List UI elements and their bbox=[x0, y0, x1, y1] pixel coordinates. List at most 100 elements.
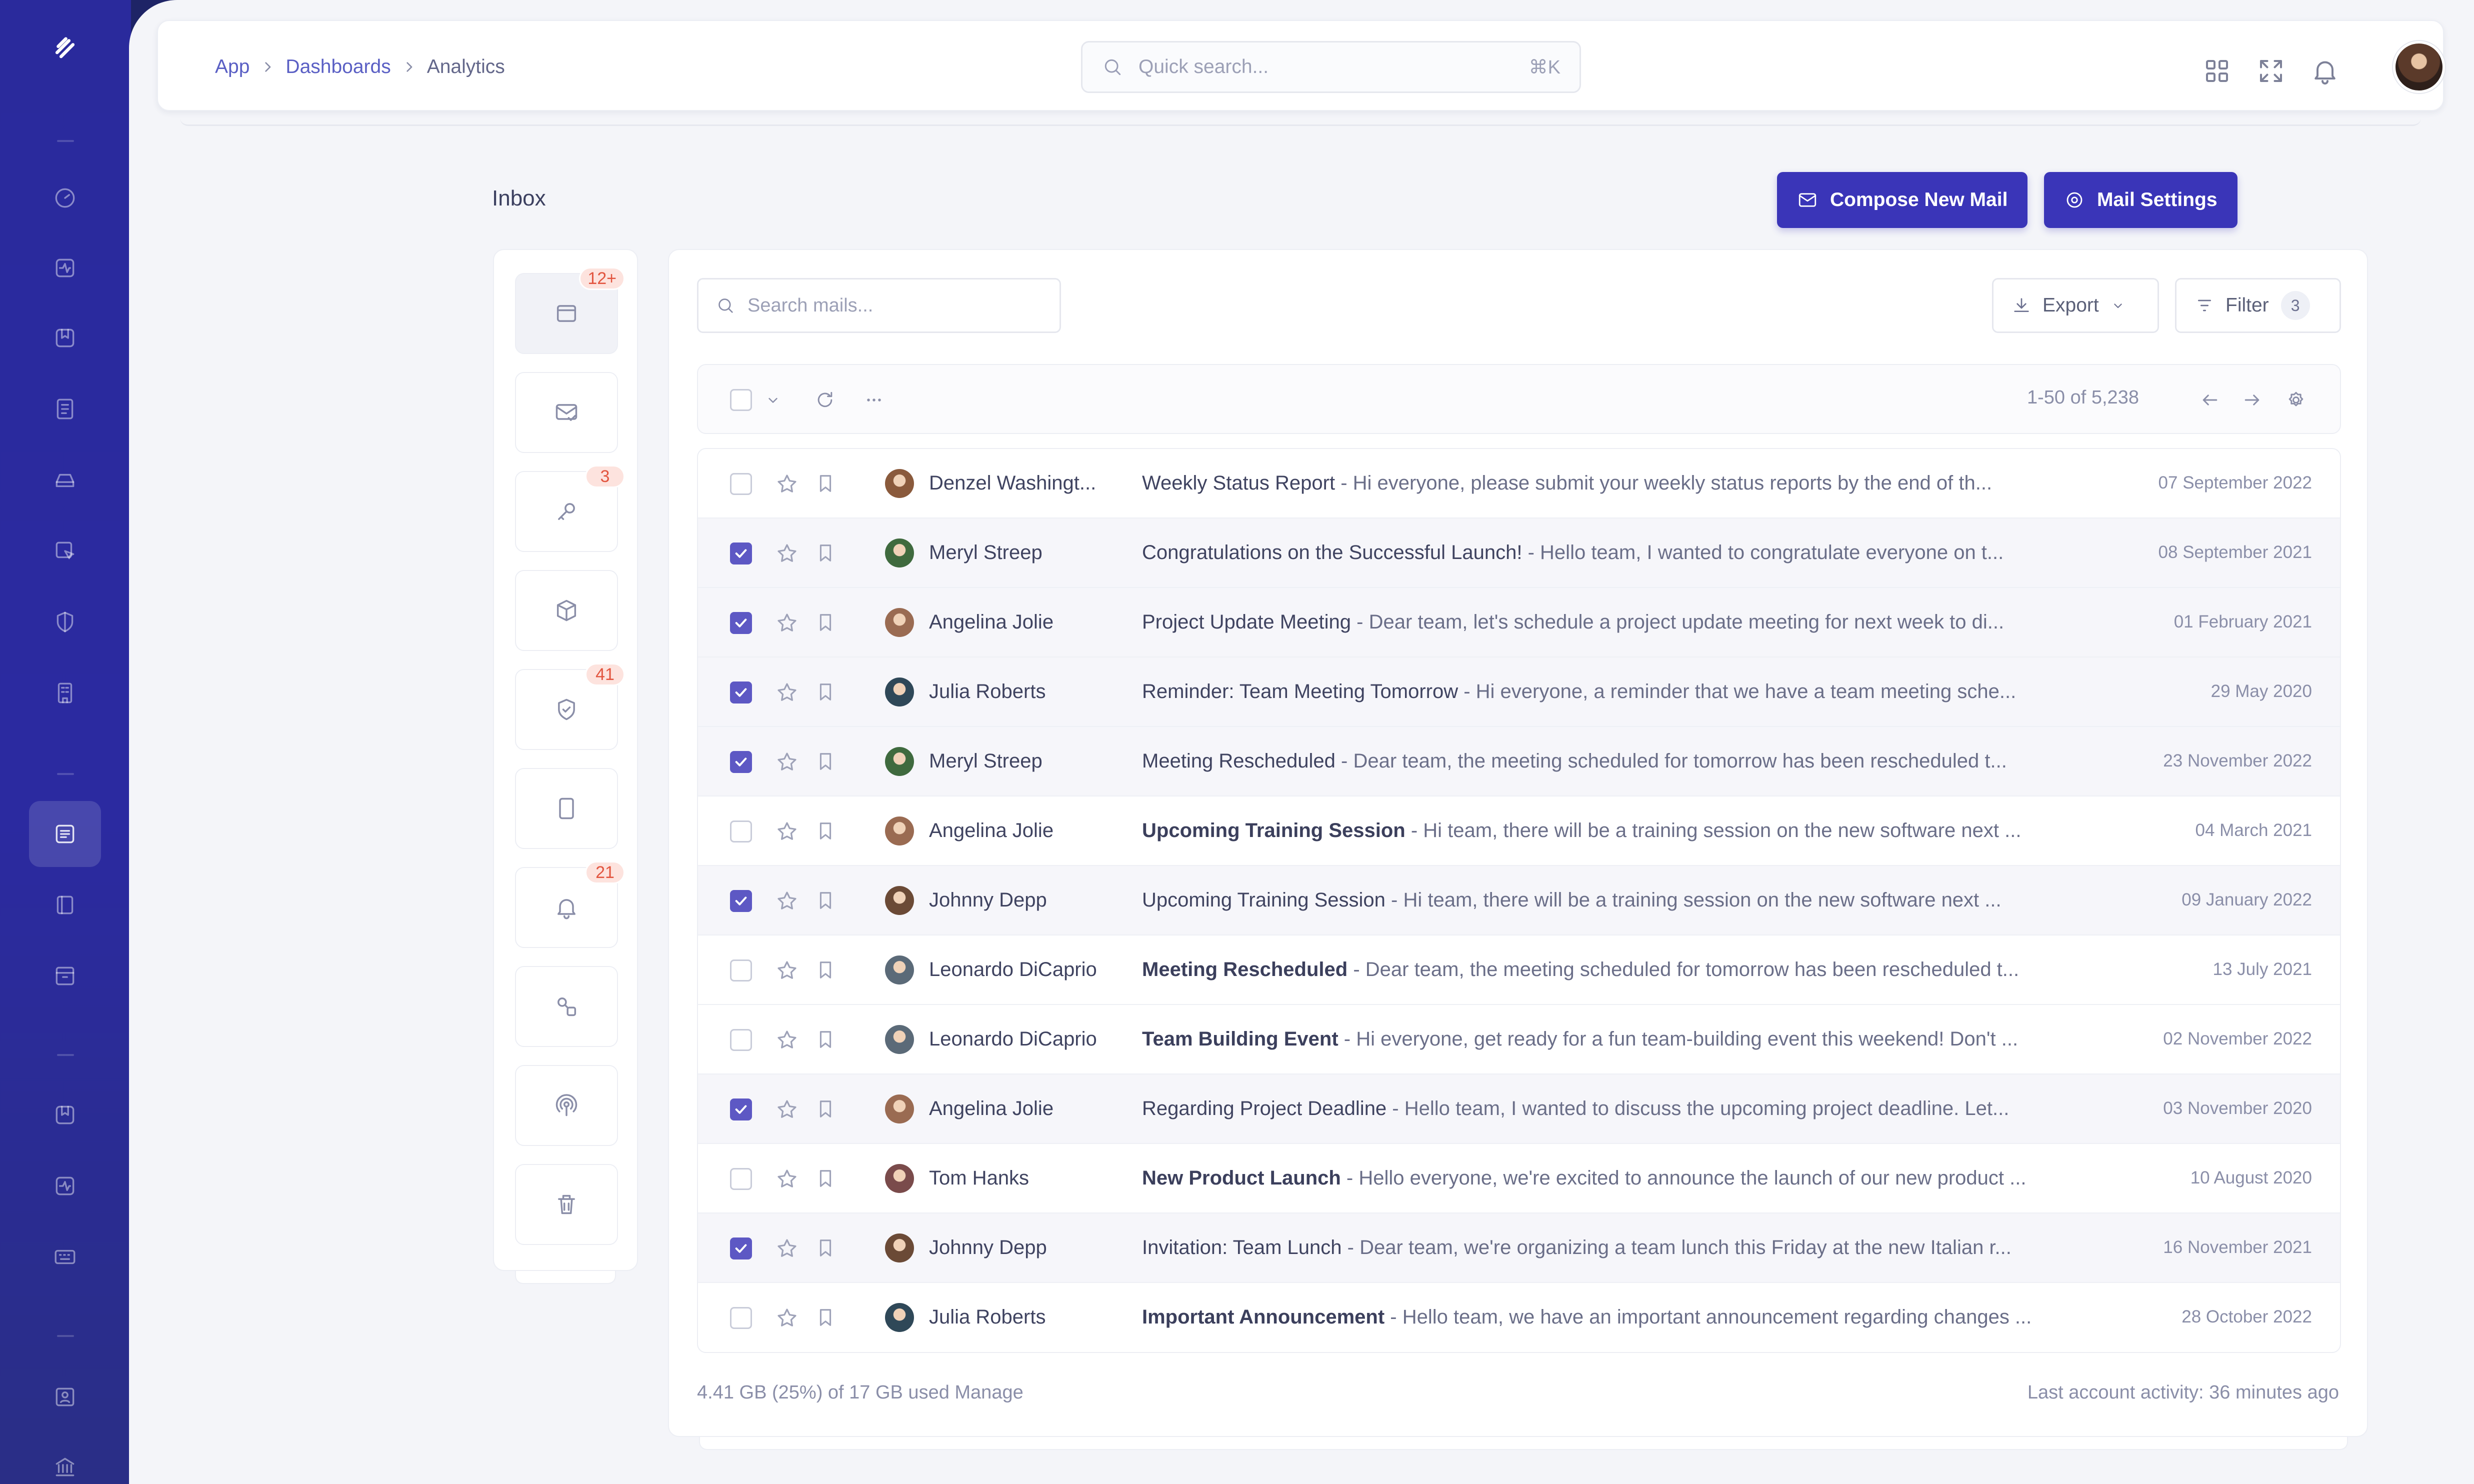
mail-settings-button[interactable]: Mail Settings bbox=[2044, 172, 2238, 228]
mail-row[interactable]: Julia Roberts Reminder: Team Meeting Tomo… bbox=[698, 658, 2340, 727]
bookmark-icon[interactable] bbox=[814, 889, 837, 912]
mail-row[interactable]: Meryl Streep Congratulations on the Succe… bbox=[698, 518, 2340, 588]
more-horizontal-icon[interactable] bbox=[863, 389, 885, 411]
search-mails-input[interactable]: Search mails... bbox=[697, 278, 1061, 333]
mail-row-checkbox[interactable] bbox=[730, 960, 752, 982]
mail-row-checkbox[interactable] bbox=[730, 1029, 752, 1051]
mail-row-checkbox[interactable] bbox=[730, 1098, 752, 1120]
folder-inbox[interactable]: 12+ bbox=[515, 267, 625, 354]
mail-row-checkbox[interactable] bbox=[730, 820, 752, 842]
folder-key[interactable]: 3 bbox=[515, 465, 625, 552]
mail-row[interactable]: Julia Roberts Important Announcement - He… bbox=[698, 1283, 2340, 1352]
star-icon[interactable] bbox=[775, 542, 799, 566]
folder-broadcast[interactable] bbox=[515, 1065, 618, 1146]
bookmark-icon[interactable] bbox=[814, 1098, 837, 1120]
rail-dashboard-icon[interactable] bbox=[29, 165, 101, 231]
star-icon[interactable] bbox=[775, 750, 799, 774]
mail-row-checkbox[interactable] bbox=[730, 1238, 752, 1260]
mail-row[interactable]: Angelina Jolie Upcoming Training Session … bbox=[698, 796, 2340, 866]
star-icon[interactable] bbox=[775, 611, 799, 635]
mail-row-checkbox[interactable] bbox=[730, 1168, 752, 1190]
folder-mail-check[interactable] bbox=[515, 372, 618, 453]
rail-keyboard-icon[interactable] bbox=[29, 1224, 101, 1290]
export-button[interactable]: Export bbox=[1992, 278, 2159, 333]
mail-row[interactable]: Leonardo DiCaprio Meeting Rescheduled - D… bbox=[698, 936, 2340, 1005]
bookmark-icon[interactable] bbox=[814, 958, 837, 982]
mail-row[interactable]: Leonardo DiCaprio Team Building Event - H… bbox=[698, 1005, 2340, 1074]
mail-row-checkbox[interactable] bbox=[730, 751, 752, 773]
star-icon[interactable] bbox=[775, 680, 799, 704]
chevron-down-icon[interactable] bbox=[764, 391, 782, 409]
rail-bank-icon[interactable] bbox=[29, 1434, 101, 1484]
folder-tablet[interactable] bbox=[515, 768, 618, 849]
mail-row[interactable]: Johnny Depp Invitation: Team Lunch - Dear… bbox=[698, 1214, 2340, 1283]
rail-notes-icon[interactable] bbox=[29, 872, 101, 938]
arrow-right-icon[interactable] bbox=[2241, 389, 2263, 411]
bookmark-icon[interactable] bbox=[814, 680, 837, 704]
mail-row-checkbox[interactable] bbox=[730, 612, 752, 634]
filter-button[interactable]: Filter 3 bbox=[2175, 278, 2341, 333]
mail-row-checkbox[interactable] bbox=[730, 1307, 752, 1329]
folder-shield[interactable]: 41 bbox=[515, 663, 625, 750]
breadcrumb-app[interactable]: App bbox=[215, 56, 250, 78]
rail-archive-icon[interactable] bbox=[29, 943, 101, 1009]
bookmark-icon[interactable] bbox=[814, 750, 837, 773]
mail-preview: Hi everyone, get ready for a fun team-bu… bbox=[1356, 1028, 2018, 1050]
rail-bookmark-icon[interactable] bbox=[29, 305, 101, 371]
mail-row[interactable]: Meryl Streep Meeting Rescheduled - Dear t… bbox=[698, 727, 2340, 796]
mail-row-checkbox[interactable] bbox=[730, 542, 752, 564]
rail-activity-icon[interactable] bbox=[29, 1153, 101, 1219]
mail-row[interactable]: Tom Hanks New Product Launch - Hello ever… bbox=[698, 1144, 2340, 1214]
rail-cursor-icon[interactable] bbox=[29, 518, 101, 584]
rail-bookmark-icon[interactable] bbox=[29, 1082, 101, 1148]
star-icon[interactable] bbox=[775, 472, 799, 496]
mail-row-checkbox[interactable] bbox=[730, 682, 752, 704]
bookmark-icon[interactable] bbox=[814, 1236, 837, 1260]
breadcrumb-dashboards[interactable]: Dashboards bbox=[286, 56, 390, 78]
rail-shield-icon[interactable] bbox=[29, 589, 101, 655]
star-icon[interactable] bbox=[775, 889, 799, 913]
rail-contact-icon[interactable] bbox=[29, 1364, 101, 1430]
bookmark-icon[interactable] bbox=[814, 1028, 837, 1051]
star-icon[interactable] bbox=[775, 820, 799, 844]
bookmark-icon[interactable] bbox=[814, 820, 837, 842]
mail-row[interactable]: Angelina Jolie Project Update Meeting - D… bbox=[698, 588, 2340, 658]
rail-activity-icon[interactable] bbox=[29, 235, 101, 301]
fullscreen-icon[interactable] bbox=[2256, 56, 2286, 86]
rail-building-icon[interactable] bbox=[29, 660, 101, 726]
bookmark-icon[interactable] bbox=[814, 1167, 837, 1190]
mail-preview: Dear team, we're organizing a team lunch… bbox=[1360, 1236, 2012, 1258]
gear-icon[interactable] bbox=[2285, 389, 2307, 411]
folder-shapes[interactable] bbox=[515, 966, 618, 1047]
rail-drive-icon[interactable] bbox=[29, 447, 101, 513]
bookmark-icon[interactable] bbox=[814, 472, 837, 495]
star-icon[interactable] bbox=[775, 1236, 799, 1260]
mail-row[interactable]: Denzel Washingt... Weekly Status Report -… bbox=[698, 449, 2340, 518]
refresh-icon[interactable] bbox=[814, 389, 836, 411]
bookmark-icon[interactable] bbox=[814, 1306, 837, 1329]
bell-icon[interactable] bbox=[2310, 56, 2340, 86]
rail-document-icon[interactable] bbox=[29, 376, 101, 442]
apps-grid-icon[interactable] bbox=[2202, 56, 2232, 86]
mail-row-checkbox[interactable] bbox=[730, 473, 752, 495]
mail-row[interactable]: Angelina Jolie Regarding Project Deadline… bbox=[698, 1074, 2340, 1144]
star-icon[interactable] bbox=[775, 958, 799, 982]
select-all-checkbox[interactable] bbox=[730, 389, 752, 411]
star-icon[interactable] bbox=[775, 1306, 799, 1330]
quick-search-input[interactable]: Quick search... ⌘K bbox=[1081, 41, 1581, 93]
folder-box[interactable] bbox=[515, 570, 618, 651]
folder-trash[interactable] bbox=[515, 1164, 618, 1245]
star-icon[interactable] bbox=[775, 1028, 799, 1052]
arrow-left-icon[interactable] bbox=[2199, 389, 2221, 411]
app-logo-icon[interactable] bbox=[49, 32, 81, 64]
compose-new-mail-button[interactable]: Compose New Mail bbox=[1777, 172, 2028, 228]
folder-bell[interactable]: 21 bbox=[515, 861, 625, 948]
mail-row-checkbox[interactable] bbox=[730, 890, 752, 912]
mail-row[interactable]: Johnny Depp Upcoming Training Session - H… bbox=[698, 866, 2340, 936]
star-icon[interactable] bbox=[775, 1167, 799, 1191]
bookmark-icon[interactable] bbox=[814, 611, 837, 634]
bookmark-icon[interactable] bbox=[814, 542, 837, 564]
star-icon[interactable] bbox=[775, 1098, 799, 1122]
user-avatar[interactable] bbox=[2393, 41, 2445, 93]
rail-mail-icon[interactable] bbox=[29, 801, 101, 867]
